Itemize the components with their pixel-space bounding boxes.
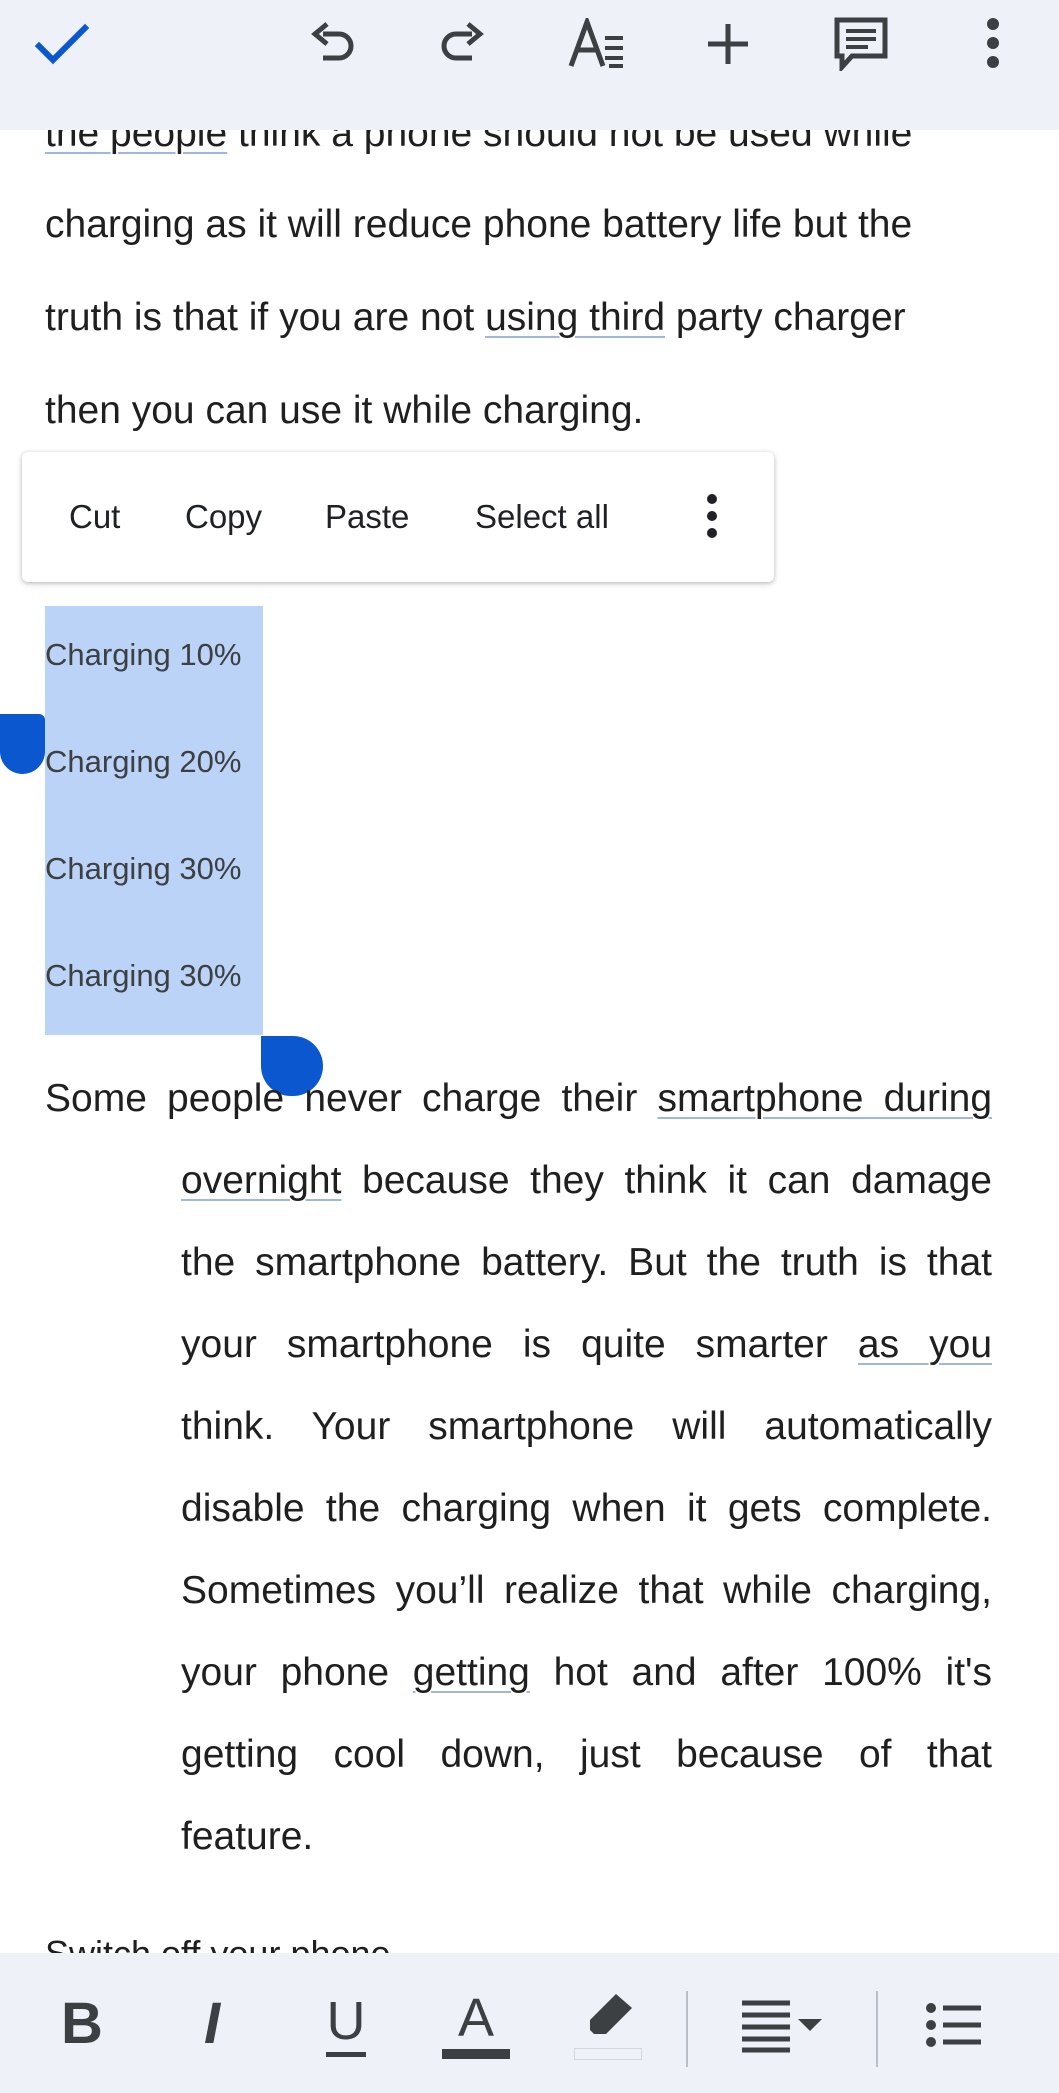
highlighter-icon[interactable] [570, 1979, 646, 2071]
align-justify-icon[interactable] [736, 1993, 832, 2057]
underline-bar [326, 2051, 366, 2057]
selected-line: Charging 30% [45, 851, 242, 886]
text-format-icon[interactable] [562, 16, 632, 72]
doc-line: think. Your smartphone will automaticall… [181, 1405, 992, 1448]
text-color-letter: A [457, 1988, 495, 2048]
undo-icon[interactable] [300, 18, 364, 70]
cut-button[interactable]: Cut [69, 452, 120, 582]
doc-line: feature. [181, 1815, 314, 1858]
bold-button[interactable]: B [52, 1989, 112, 2059]
doc-line: your phone getting hot and after 100% it… [181, 1651, 992, 1694]
top-toolbar [0, 0, 1059, 130]
italic-button[interactable]: I [182, 1989, 242, 2059]
select-all-button[interactable]: Select all [475, 452, 609, 582]
selected-line: Charging 20% [45, 744, 242, 779]
plus-icon[interactable] [700, 18, 756, 70]
toolbar-divider [686, 1991, 688, 2067]
body-paragraph: Some people never charge their smartphon… [45, 1058, 992, 1878]
copy-button[interactable]: Copy [185, 452, 262, 582]
text-color-swatch [442, 2049, 510, 2059]
toolbar-divider [876, 1991, 878, 2067]
underline-button[interactable]: U [314, 1983, 378, 2067]
highlight-swatch [574, 2048, 642, 2060]
doc-line: then you can use it while charging. [45, 389, 644, 432]
check-icon[interactable] [30, 20, 94, 68]
doc-line: your smartphone is quite smarter as you [181, 1323, 993, 1366]
paste-button[interactable]: Paste [325, 452, 409, 582]
document-body[interactable]: the people think a phone should not be u… [0, 0, 1059, 2093]
selected-line: Charging 10% [45, 637, 242, 672]
doc-line: Some people never charge their smartphon… [45, 1077, 993, 1120]
doc-line: getting cool down, just because of that [181, 1733, 992, 1776]
more-vert-icon[interactable] [702, 494, 722, 544]
doc-line: charging as it will reduce phone battery… [45, 203, 913, 246]
doc-line: disable the charging when it gets comple… [181, 1487, 992, 1530]
more-vert-icon[interactable] [978, 14, 1008, 72]
doc-line: overnight because they think it can dama… [181, 1159, 992, 1202]
text-selection-context-menu: Cut Copy Paste Select all [22, 452, 774, 582]
format-toolbar: B I U A [0, 1953, 1059, 2093]
redo-icon[interactable] [431, 18, 495, 70]
comment-icon[interactable] [828, 14, 894, 72]
underline-letter: U [326, 1990, 366, 2051]
doc-line: Sometimes you’ll realize that while char… [181, 1569, 992, 1612]
doc-line: the smartphone battery. But the truth is… [181, 1241, 992, 1284]
text-color-button[interactable]: A [440, 1979, 512, 2071]
selection-start-handle[interactable] [0, 714, 45, 774]
doc-line: truth is that if you are not using third… [45, 296, 906, 339]
bulleted-list-icon[interactable] [920, 1993, 990, 2057]
selected-line: Charging 30% [45, 958, 242, 993]
